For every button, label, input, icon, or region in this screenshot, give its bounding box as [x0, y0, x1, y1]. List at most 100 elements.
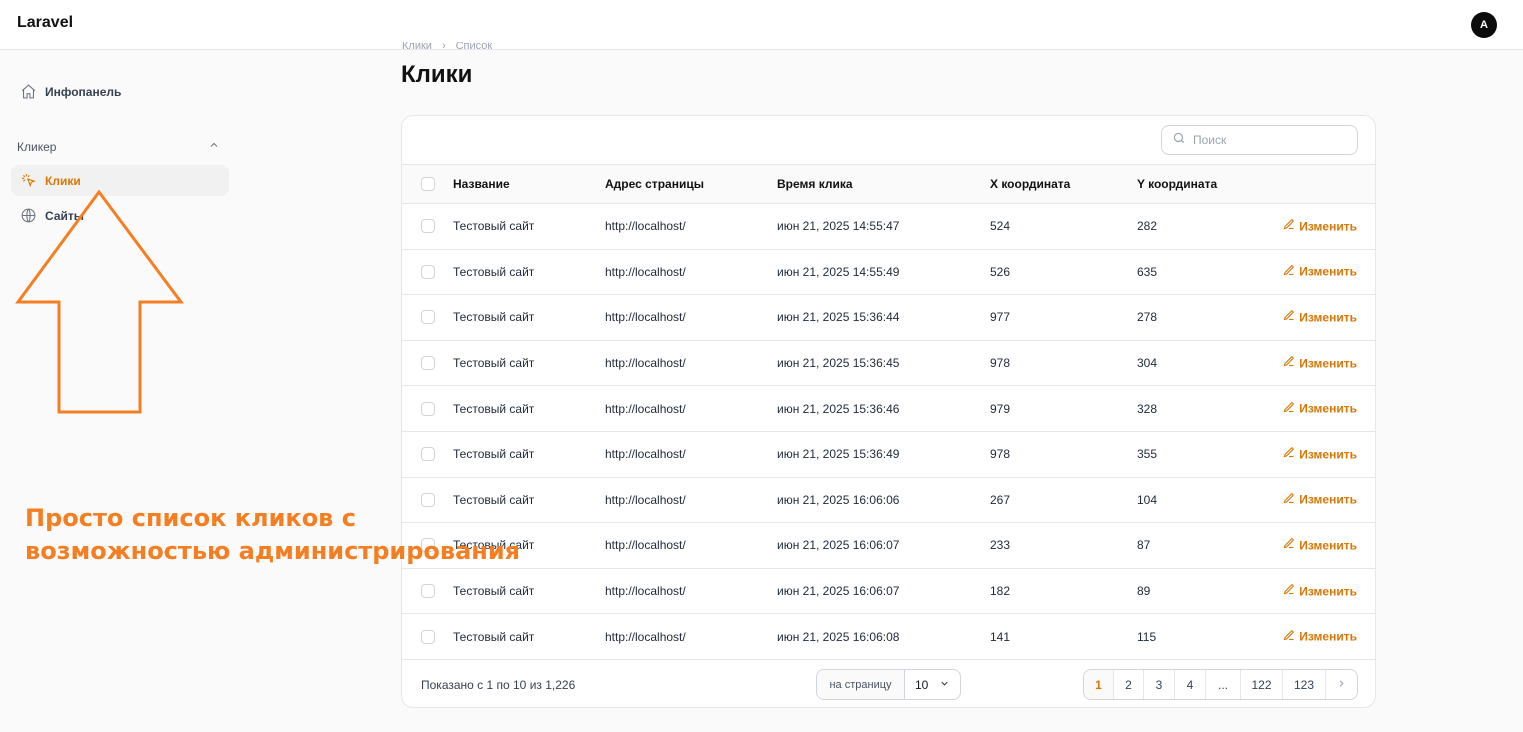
edit-icon [1283, 401, 1295, 416]
edit-label: Изменить [1299, 356, 1357, 371]
per-page-label: на страницу [817, 670, 905, 699]
row-checkbox[interactable] [421, 356, 435, 371]
user-avatar[interactable]: A [1471, 12, 1497, 38]
edit-label: Изменить [1299, 310, 1357, 325]
cell-page-url: http://localhost/ [605, 584, 686, 599]
row-checkbox[interactable] [421, 401, 435, 416]
table-row[interactable]: Тестовый сайт http://localhost/июн 21, 20… [402, 341, 1375, 387]
cell-y-coordinate: 355 [1137, 447, 1158, 462]
edit-label: Изменить [1299, 629, 1357, 644]
row-checkbox[interactable] [421, 310, 435, 325]
cell-x-coordinate: 233 [990, 538, 1011, 553]
table-row[interactable]: Тестовый сайт http://localhost/июн 21, 20… [402, 523, 1375, 569]
edit-icon [1283, 447, 1295, 462]
row-checkbox[interactable] [421, 584, 435, 599]
edit-button[interactable]: Изменить [1283, 538, 1357, 553]
edit-button[interactable]: Изменить [1283, 447, 1357, 462]
cell-site-name: Тестовый сайт [453, 401, 535, 416]
table-row[interactable]: Тестовый сайт http://localhost/июн 21, 20… [402, 614, 1375, 660]
edit-icon [1283, 584, 1295, 599]
row-checkbox[interactable] [421, 629, 435, 644]
column-header-x[interactable]: X координата [990, 177, 1070, 191]
cell-y-coordinate: 635 [1137, 264, 1158, 279]
row-checkbox[interactable] [421, 447, 435, 462]
cell-x-coordinate: 978 [990, 356, 1011, 371]
table-row[interactable]: Тестовый сайт http://localhost/июн 21, 20… [402, 478, 1375, 524]
table-card: Название Адрес страницы Время клика X ко… [401, 115, 1376, 708]
page-button[interactable]: 4 [1175, 670, 1206, 699]
edit-button[interactable]: Изменить [1283, 219, 1357, 234]
cell-click-time: июн 21, 2025 15:36:45 [777, 356, 900, 371]
breadcrumb-separator: › [441, 42, 446, 50]
cell-page-url: http://localhost/ [605, 538, 686, 553]
cell-x-coordinate: 526 [990, 264, 1011, 279]
table-row[interactable]: Тестовый сайт http://localhost/июн 21, 20… [402, 295, 1375, 341]
table-row[interactable]: Тестовый сайт http://localhost/июн 21, 20… [402, 250, 1375, 296]
column-header-time[interactable]: Время клика [777, 177, 853, 191]
cell-y-coordinate: 115 [1137, 629, 1157, 644]
cell-y-coordinate: 104 [1137, 492, 1158, 507]
pagination: 1 2 3 4 ... 122 123 [1083, 669, 1358, 700]
page-ellipsis: ... [1206, 670, 1241, 699]
edit-button[interactable]: Изменить [1283, 629, 1357, 644]
page-button[interactable]: 123 [1283, 670, 1326, 699]
edit-label: Изменить [1299, 584, 1357, 599]
cell-y-coordinate: 328 [1137, 401, 1158, 416]
next-page-button[interactable] [1326, 670, 1357, 699]
table-row[interactable]: Тестовый сайт http://localhost/июн 21, 20… [402, 204, 1375, 250]
edit-button[interactable]: Изменить [1283, 356, 1357, 371]
search-input[interactable] [1193, 133, 1343, 147]
cell-y-coordinate: 282 [1137, 219, 1158, 234]
cell-click-time: июн 21, 2025 15:36:44 [777, 310, 900, 325]
edit-label: Изменить [1299, 492, 1357, 507]
table-row[interactable]: Тестовый сайт http://localhost/июн 21, 20… [402, 432, 1375, 478]
cell-x-coordinate: 524 [990, 219, 1011, 234]
page-button[interactable]: 122 [1241, 670, 1283, 699]
cell-site-name: Тестовый сайт [453, 584, 535, 599]
cell-site-name: Тестовый сайт [453, 310, 535, 325]
edit-label: Изменить [1299, 447, 1357, 462]
breadcrumb-item[interactable]: Клики [402, 42, 432, 50]
edit-button[interactable]: Изменить [1283, 584, 1357, 599]
edit-button[interactable]: Изменить [1283, 264, 1357, 279]
column-header-y[interactable]: Y координата [1137, 177, 1217, 191]
cell-click-time: июн 21, 2025 16:06:06 [777, 492, 900, 507]
page-button[interactable]: 3 [1144, 670, 1175, 699]
cell-page-url: http://localhost/ [605, 356, 686, 371]
cell-y-coordinate: 89 [1137, 584, 1151, 599]
cell-page-url: http://localhost/ [605, 310, 686, 325]
cell-page-url: http://localhost/ [605, 264, 686, 279]
per-page-select[interactable]: на страницу 10 [816, 669, 961, 700]
cell-page-url: http://localhost/ [605, 492, 686, 507]
chevron-down-icon [939, 678, 950, 692]
edit-button[interactable]: Изменить [1283, 310, 1357, 325]
edit-label: Изменить [1299, 401, 1357, 416]
edit-icon [1283, 356, 1295, 371]
table-row[interactable]: Тестовый сайт http://localhost/июн 21, 20… [402, 386, 1375, 432]
select-all-checkbox[interactable] [421, 177, 435, 191]
per-page-value-box[interactable]: 10 [905, 670, 960, 699]
page-button[interactable]: 1 [1084, 670, 1114, 699]
cell-site-name: Тестовый сайт [453, 264, 535, 279]
column-header-name[interactable]: Название [453, 177, 510, 191]
edit-icon [1283, 538, 1295, 553]
table-row[interactable]: Тестовый сайт http://localhost/июн 21, 20… [402, 569, 1375, 615]
search-icon [1172, 131, 1186, 150]
edit-button[interactable]: Изменить [1283, 492, 1357, 507]
row-checkbox[interactable] [421, 219, 435, 234]
annotation-arrow [15, 189, 184, 414]
edit-icon [1283, 310, 1295, 325]
cell-x-coordinate: 979 [990, 401, 1011, 416]
cell-click-time: июн 21, 2025 16:06:08 [777, 629, 900, 644]
cell-click-time: июн 21, 2025 15:36:49 [777, 447, 900, 462]
row-checkbox[interactable] [421, 264, 435, 279]
column-header-url[interactable]: Адрес страницы [605, 177, 704, 191]
pagination-summary: Показано с 1 по 10 из 1,226 [421, 678, 576, 692]
page-button[interactable]: 2 [1114, 670, 1144, 699]
cell-site-name: Тестовый сайт [453, 356, 535, 371]
edit-button[interactable]: Изменить [1283, 401, 1357, 416]
per-page-value: 10 [915, 677, 929, 692]
cell-x-coordinate: 977 [990, 310, 1011, 325]
edit-icon [1283, 629, 1295, 644]
search-box[interactable] [1161, 125, 1358, 155]
